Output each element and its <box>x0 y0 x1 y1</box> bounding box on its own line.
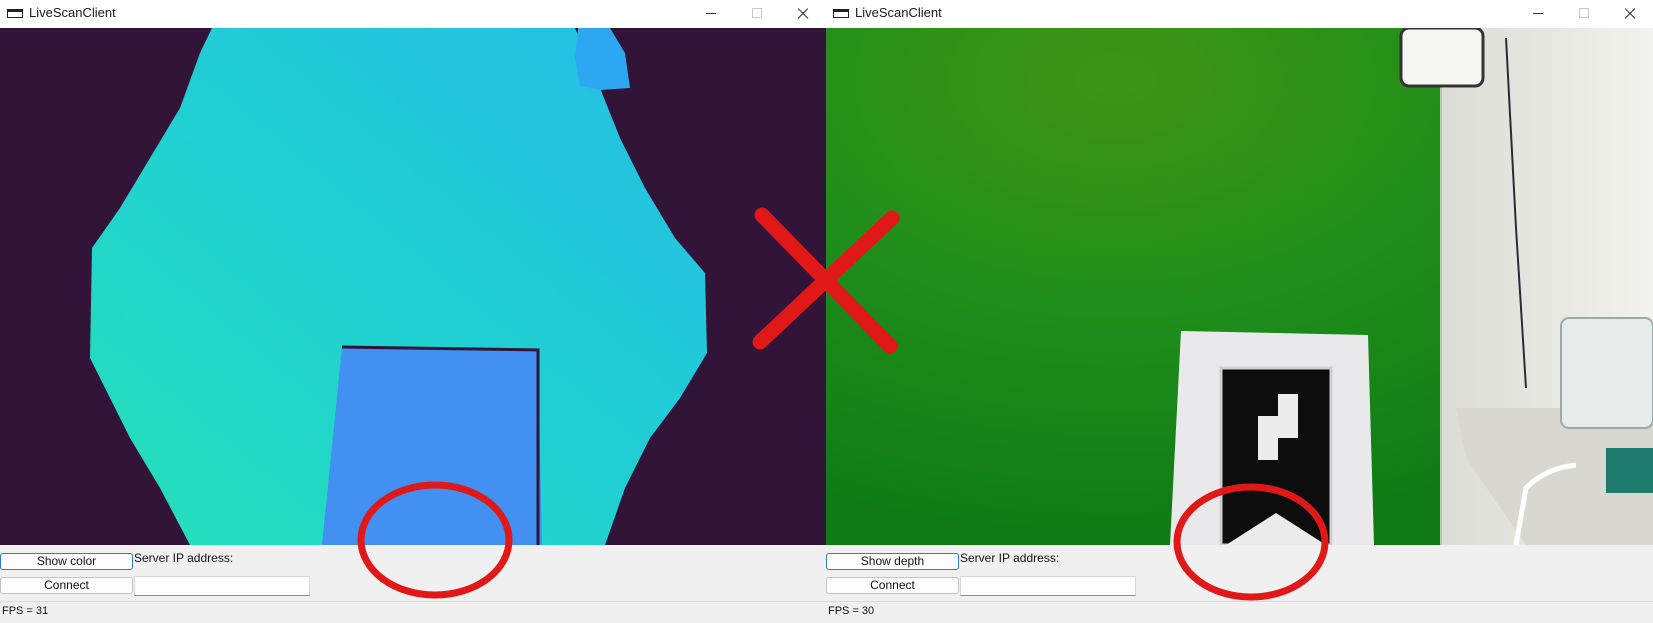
connect-button[interactable]: Connect <box>0 577 133 594</box>
app-icon <box>833 9 849 18</box>
title-bar[interactable]: LiveScanClient <box>826 0 1653 28</box>
server-ip-input[interactable] <box>960 576 1136 596</box>
depth-region-object <box>322 347 542 545</box>
title-bar[interactable]: LiveScanClient <box>0 0 826 28</box>
device <box>1560 317 1653 429</box>
depth-view <box>0 28 826 545</box>
server-ip-label: Server IP address: <box>960 551 1060 565</box>
color-view <box>826 28 1653 545</box>
window-title: LiveScanClient <box>29 5 116 20</box>
depth-image <box>0 28 826 545</box>
fps-readout: FPS = 30 <box>828 605 875 617</box>
app-icon <box>7 9 23 18</box>
studio-light <box>1399 28 1485 88</box>
server-ip-label: Server IP address: <box>134 551 234 565</box>
minimize-button[interactable] <box>1515 0 1561 28</box>
status-bar: FPS = 30 <box>826 601 1653 623</box>
close-button[interactable] <box>1607 0 1653 28</box>
livescan-window-depth: LiveScanClient Show color Server IP addr… <box>0 0 826 623</box>
status-bar: FPS = 31 <box>0 601 826 623</box>
show-color-button[interactable]: Show color <box>0 553 133 570</box>
maximize-button[interactable] <box>734 0 780 28</box>
minimize-button[interactable] <box>688 0 734 28</box>
close-button[interactable] <box>780 0 826 28</box>
camera-image <box>826 28 1653 545</box>
server-ip-input[interactable] <box>134 576 310 596</box>
fps-readout: FPS = 31 <box>2 605 49 617</box>
connect-button[interactable]: Connect <box>826 577 959 594</box>
show-depth-button[interactable]: Show depth <box>826 553 959 570</box>
maximize-button[interactable] <box>1561 0 1607 28</box>
window-title: LiveScanClient <box>855 5 942 20</box>
livescan-window-color: LiveScanClient Show depth Server IP addr… <box>826 0 1653 623</box>
